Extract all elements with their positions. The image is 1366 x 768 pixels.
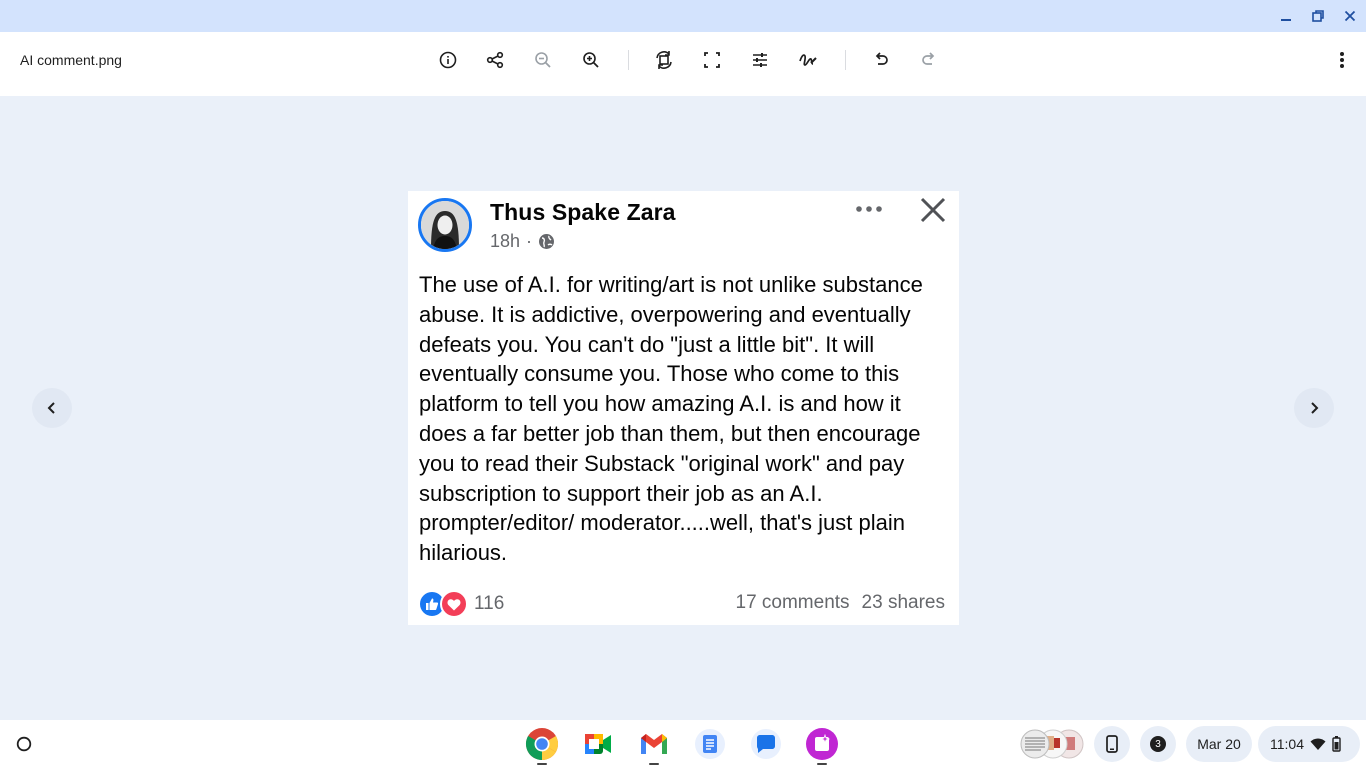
reaction-summary: 116 xyxy=(418,590,504,618)
phone-hub-icon[interactable] xyxy=(1094,726,1130,762)
minimize-icon[interactable] xyxy=(1276,6,1296,26)
post-close-icon[interactable] xyxy=(918,195,948,225)
avatar xyxy=(418,198,472,252)
toolbar-divider xyxy=(628,50,629,70)
holding-space-thumbnails[interactable] xyxy=(1016,726,1088,762)
meet-icon[interactable] xyxy=(581,727,615,761)
post-stats: 17 comments 23 shares xyxy=(736,592,946,614)
docs-icon[interactable] xyxy=(693,727,727,761)
reaction-count: 116 xyxy=(474,593,505,614)
post-author: Thus Spake Zara xyxy=(490,199,676,225)
shelf-date: Mar 20 xyxy=(1197,736,1241,752)
running-indicator xyxy=(537,763,547,765)
file-name: AI comment.png xyxy=(20,52,122,68)
system-shelf: 3 Mar 20 11:04 xyxy=(0,720,1366,768)
crop-icon[interactable] xyxy=(700,48,724,72)
window-titlebar xyxy=(0,0,1366,32)
launcher-button[interactable] xyxy=(8,728,40,760)
running-indicator xyxy=(817,763,827,765)
adjust-icon[interactable] xyxy=(748,48,772,72)
more-vert-icon[interactable] xyxy=(1330,48,1354,72)
annotate-icon[interactable] xyxy=(796,48,820,72)
notification-counter[interactable]: 3 xyxy=(1140,726,1176,762)
post-time: 18h xyxy=(490,231,521,251)
wifi-icon xyxy=(1310,738,1326,750)
date-tray[interactable]: Mar 20 xyxy=(1186,726,1252,762)
messages-icon[interactable] xyxy=(749,727,783,761)
post-meta: 18h · xyxy=(490,231,555,252)
notification-badge: 3 xyxy=(1150,736,1166,752)
status-area[interactable]: 11:04 xyxy=(1258,726,1360,762)
displayed-image: Thus Spake Zara 18h · The use of A.I. fo… xyxy=(408,191,959,625)
rotate-icon[interactable] xyxy=(652,48,676,72)
share-count: 23 shares xyxy=(861,592,945,613)
gmail-icon[interactable] xyxy=(637,727,671,765)
more-options-icon[interactable] xyxy=(854,199,884,219)
chevron-right-icon xyxy=(1311,402,1319,414)
chrome-icon[interactable] xyxy=(525,727,559,765)
gallery-toolbar: AI comment.png xyxy=(0,32,1366,96)
post-body: The use of A.I. for writing/art is not u… xyxy=(419,272,923,566)
comment-count: 17 comments xyxy=(735,592,850,613)
previous-image-button[interactable] xyxy=(32,388,72,428)
toolbar-divider xyxy=(845,50,846,70)
zoom-out-icon[interactable] xyxy=(531,48,555,72)
undo-icon[interactable] xyxy=(869,48,893,72)
zoom-in-icon[interactable] xyxy=(579,48,603,72)
redo-icon[interactable] xyxy=(917,48,941,72)
info-icon[interactable] xyxy=(436,48,460,72)
battery-icon xyxy=(1332,736,1341,752)
meta-separator: · xyxy=(526,231,533,251)
love-reaction-icon xyxy=(440,590,468,618)
share-icon[interactable] xyxy=(483,48,507,72)
running-indicator xyxy=(649,763,659,765)
globe-icon xyxy=(539,234,555,249)
screenshot-app-icon[interactable] xyxy=(805,727,839,765)
shelf-time: 11:04 xyxy=(1270,736,1304,752)
close-icon[interactable] xyxy=(1340,6,1360,26)
restore-icon[interactable] xyxy=(1308,6,1328,26)
chevron-left-icon xyxy=(47,402,55,414)
next-image-button[interactable] xyxy=(1294,388,1334,428)
